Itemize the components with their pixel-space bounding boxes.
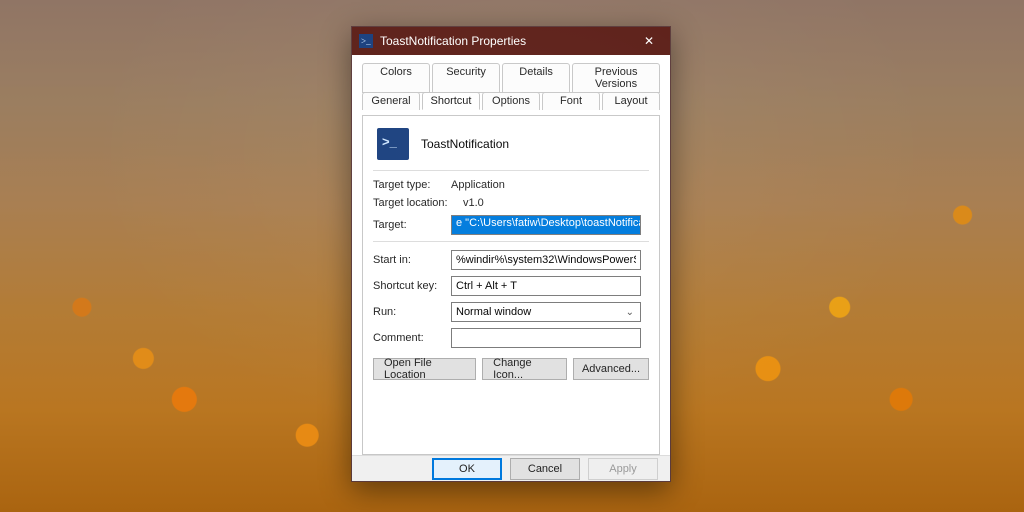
dialog-footer: OK Cancel Apply	[352, 455, 670, 481]
shortcut-name: ToastNotification	[421, 137, 509, 151]
run-label: Run:	[373, 306, 451, 318]
window-title: ToastNotification Properties	[380, 34, 628, 48]
tab-shortcut[interactable]: Shortcut	[422, 92, 480, 110]
titlebar[interactable]: >_ ToastNotification Properties ✕	[352, 27, 670, 55]
target-type-label: Target type:	[373, 179, 451, 191]
tab-details[interactable]: Details	[502, 63, 570, 93]
change-icon-button[interactable]: Change Icon...	[482, 358, 567, 380]
close-icon: ✕	[644, 34, 654, 48]
divider	[373, 170, 649, 171]
start-in-input[interactable]	[451, 250, 641, 270]
cancel-button[interactable]: Cancel	[510, 458, 580, 480]
advanced-button[interactable]: Advanced...	[573, 358, 649, 380]
app-icon: >_	[358, 33, 374, 49]
shortcut-key-label: Shortcut key:	[373, 280, 451, 292]
tab-strip: Colors Security Details Previous Version…	[362, 63, 660, 110]
tab-body-shortcut: ToastNotification Target type: Applicati…	[362, 115, 660, 455]
divider	[373, 241, 649, 242]
svg-text:>_: >_	[361, 36, 371, 46]
target-location-label: Target location:	[373, 197, 463, 209]
target-type-value: Application	[451, 179, 505, 191]
apply-button: Apply	[588, 458, 658, 480]
close-button[interactable]: ✕	[628, 27, 670, 55]
chevron-down-icon: ⌄	[622, 307, 638, 318]
ok-button[interactable]: OK	[432, 458, 502, 480]
open-file-location-button[interactable]: Open File Location	[373, 358, 476, 380]
tab-previous-versions[interactable]: Previous Versions	[572, 63, 660, 93]
tab-options[interactable]: Options	[482, 92, 540, 110]
client-area: Colors Security Details Previous Version…	[352, 55, 670, 455]
start-in-label: Start in:	[373, 254, 451, 266]
target-label: Target:	[373, 219, 451, 231]
properties-dialog: >_ ToastNotification Properties ✕ Colors…	[351, 26, 671, 482]
powershell-icon	[377, 128, 409, 160]
target-input[interactable]: e "C:\Users\fatiw\Desktop\toastNotificat…	[451, 215, 641, 235]
comment-input[interactable]	[451, 328, 641, 348]
tab-layout[interactable]: Layout	[602, 92, 660, 110]
desktop-wallpaper: >_ ToastNotification Properties ✕ Colors…	[0, 0, 1024, 512]
target-location-value: v1.0	[463, 197, 484, 209]
tab-general[interactable]: General	[362, 92, 420, 110]
tab-font[interactable]: Font	[542, 92, 600, 110]
run-combobox[interactable]: Normal window ⌄	[451, 302, 641, 322]
shortcut-key-input[interactable]	[451, 276, 641, 296]
run-value: Normal window	[456, 306, 531, 318]
tab-colors[interactable]: Colors	[362, 63, 430, 93]
comment-label: Comment:	[373, 332, 451, 344]
tab-security[interactable]: Security	[432, 63, 500, 93]
